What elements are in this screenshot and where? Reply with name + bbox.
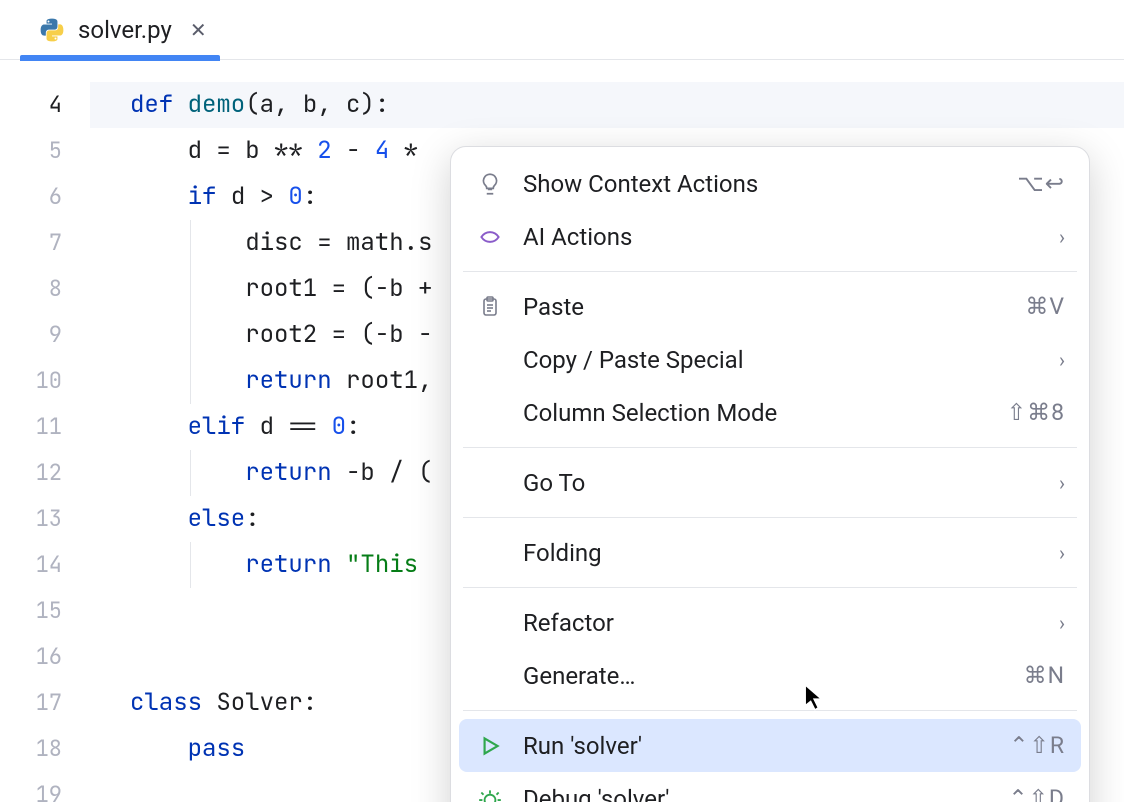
line-number: 7 bbox=[0, 220, 90, 266]
menu-item-label: Debug 'solver' bbox=[523, 785, 990, 802]
line-number: 19 bbox=[0, 772, 90, 802]
menu-item-label: Generate… bbox=[523, 662, 1006, 690]
menu-item-label: Go To bbox=[523, 469, 1041, 497]
line-number: 15 bbox=[0, 588, 90, 634]
tab-filename: solver.py bbox=[78, 16, 172, 44]
chevron-right-icon: › bbox=[1059, 471, 1065, 495]
menu-separator bbox=[463, 587, 1077, 588]
menu-shortcut: ⌥↩ bbox=[1017, 170, 1065, 197]
line-number: 4 bbox=[0, 82, 90, 128]
menu-item-show-context-actions[interactable]: Show Context Actions ⌥↩ bbox=[451, 157, 1089, 210]
menu-item-label: Paste bbox=[523, 293, 1007, 321]
ai-icon bbox=[475, 222, 505, 252]
chevron-right-icon: › bbox=[1059, 348, 1065, 372]
line-number: 11 bbox=[0, 404, 90, 450]
line-number: 6 bbox=[0, 174, 90, 220]
code-editor[interactable]: 45678910111213141516171819 def demo(a, b… bbox=[0, 60, 1124, 802]
chevron-right-icon: › bbox=[1059, 541, 1065, 565]
menu-item-go-to[interactable]: Go To › bbox=[451, 456, 1089, 509]
line-number: 8 bbox=[0, 266, 90, 312]
tab-bar: solver.py ✕ bbox=[0, 0, 1124, 60]
menu-item-ai-actions[interactable]: AI Actions › bbox=[451, 210, 1089, 263]
menu-shortcut: ⌃⇧R bbox=[1009, 732, 1065, 759]
line-number: 17 bbox=[0, 680, 90, 726]
menu-item-column-selection-mode[interactable]: Column Selection Mode ⇧⌘8 bbox=[451, 386, 1089, 439]
line-number: 12 bbox=[0, 450, 90, 496]
menu-separator bbox=[463, 447, 1077, 448]
menu-item-run-solver[interactable]: Run 'solver' ⌃⇧R bbox=[459, 719, 1081, 772]
menu-item-paste[interactable]: Paste ⌘V bbox=[451, 280, 1089, 333]
line-number: 5 bbox=[0, 128, 90, 174]
line-number: 13 bbox=[0, 496, 90, 542]
line-number: 16 bbox=[0, 634, 90, 680]
menu-item-folding[interactable]: Folding › bbox=[451, 526, 1089, 579]
line-number: 18 bbox=[0, 726, 90, 772]
menu-item-label: Run 'solver' bbox=[523, 732, 991, 760]
menu-item-debug-solver[interactable]: Debug 'solver' ⌃⇧D bbox=[451, 772, 1089, 802]
run-icon bbox=[475, 731, 505, 761]
tab-close-icon[interactable]: ✕ bbox=[190, 18, 207, 42]
paste-icon bbox=[475, 292, 505, 322]
menu-item-label: Refactor bbox=[523, 609, 1041, 637]
line-number: 10 bbox=[0, 358, 90, 404]
debug-icon bbox=[475, 784, 505, 802]
menu-item-label: AI Actions bbox=[523, 223, 1041, 251]
line-number: 14 bbox=[0, 542, 90, 588]
file-tab[interactable]: solver.py ✕ bbox=[20, 0, 225, 60]
menu-item-refactor[interactable]: Refactor › bbox=[451, 596, 1089, 649]
menu-item-generate[interactable]: Generate… ⌘N bbox=[451, 649, 1089, 702]
lightbulb-icon bbox=[475, 169, 505, 199]
line-number: 9 bbox=[0, 312, 90, 358]
menu-separator bbox=[463, 710, 1077, 711]
context-menu: Show Context Actions ⌥↩ AI Actions › Paste ⌘V… bbox=[450, 146, 1090, 802]
menu-separator bbox=[463, 271, 1077, 272]
python-icon bbox=[38, 16, 66, 44]
menu-item-label: Copy / Paste Special bbox=[523, 346, 1041, 374]
menu-shortcut: ⌃⇧D bbox=[1008, 785, 1065, 802]
chevron-right-icon: › bbox=[1059, 611, 1065, 635]
line-gutter: 45678910111213141516171819 bbox=[0, 60, 90, 802]
menu-shortcut: ⇧⌘8 bbox=[1007, 399, 1065, 426]
menu-item-copy-paste-special[interactable]: Copy / Paste Special › bbox=[451, 333, 1089, 386]
menu-shortcut: ⌘V bbox=[1025, 293, 1065, 320]
code-line[interactable]: def demo(a, b, c): bbox=[90, 82, 1124, 128]
chevron-right-icon: › bbox=[1059, 225, 1065, 249]
menu-separator bbox=[463, 517, 1077, 518]
menu-item-label: Column Selection Mode bbox=[523, 399, 989, 427]
menu-item-label: Show Context Actions bbox=[523, 170, 999, 198]
menu-item-label: Folding bbox=[523, 539, 1041, 567]
menu-shortcut: ⌘N bbox=[1024, 662, 1065, 689]
